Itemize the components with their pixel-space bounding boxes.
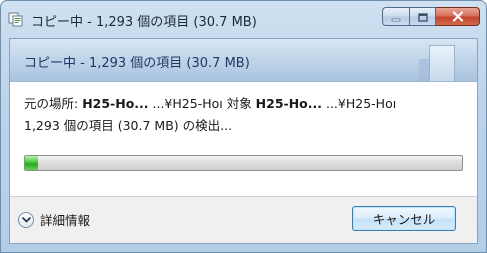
more-details-label: 詳細情報 [40,213,91,228]
source-label: 元の場所: [24,96,83,111]
copy-progress-bar [24,155,463,171]
destination-label: 対象 [222,96,256,111]
progress-fill [25,156,39,170]
chevron-down-icon [18,211,34,228]
dialog-header-title: コピー中 - 1,293 個の項目 (30.7 MB) [24,56,250,71]
copy-progress-icon [8,11,24,27]
dialog-content: コピー中 - 1,293 個の項目 (30.7 MB) 元の場所: H25-Ho… [9,38,478,244]
minimize-icon [391,7,401,26]
dialog-footer: 詳細情報 キャンセル [10,196,477,243]
cancel-button[interactable]: キャンセル [352,206,456,231]
close-icon [452,7,464,26]
close-button[interactable] [436,7,480,26]
dialog-header: コピー中 - 1,293 個の項目 (30.7 MB) [10,39,477,82]
window-controls [382,7,480,27]
copy-dialog-window: コピー中 - 1,293 個の項目 (30.7 MB) コピー中 - 1,293 [0,0,487,253]
title-bar[interactable]: コピー中 - 1,293 個の項目 (30.7 MB) [1,1,486,38]
transfer-status: 1,293 個の項目 (30.7 MB) の検出... [24,118,233,133]
more-details-toggle[interactable]: 詳細情報 [18,210,90,229]
source-path: ...¥H25-Hoı [148,96,223,111]
maximize-button[interactable] [409,7,436,26]
destination-path: ...¥H25-Hoı [322,96,397,111]
destination-name[interactable]: H25-Ho... [256,96,322,111]
transfer-source-destination: 元の場所: H25-Ho... ...¥H25-Hoı 対象 H25-Ho...… [24,93,470,112]
window-title: コピー中 - 1,293 個の項目 (30.7 MB) [31,15,257,30]
source-name[interactable]: H25-Ho... [82,96,148,111]
minimize-button[interactable] [382,7,409,26]
header-decoration [429,45,455,81]
maximize-icon [417,7,428,26]
